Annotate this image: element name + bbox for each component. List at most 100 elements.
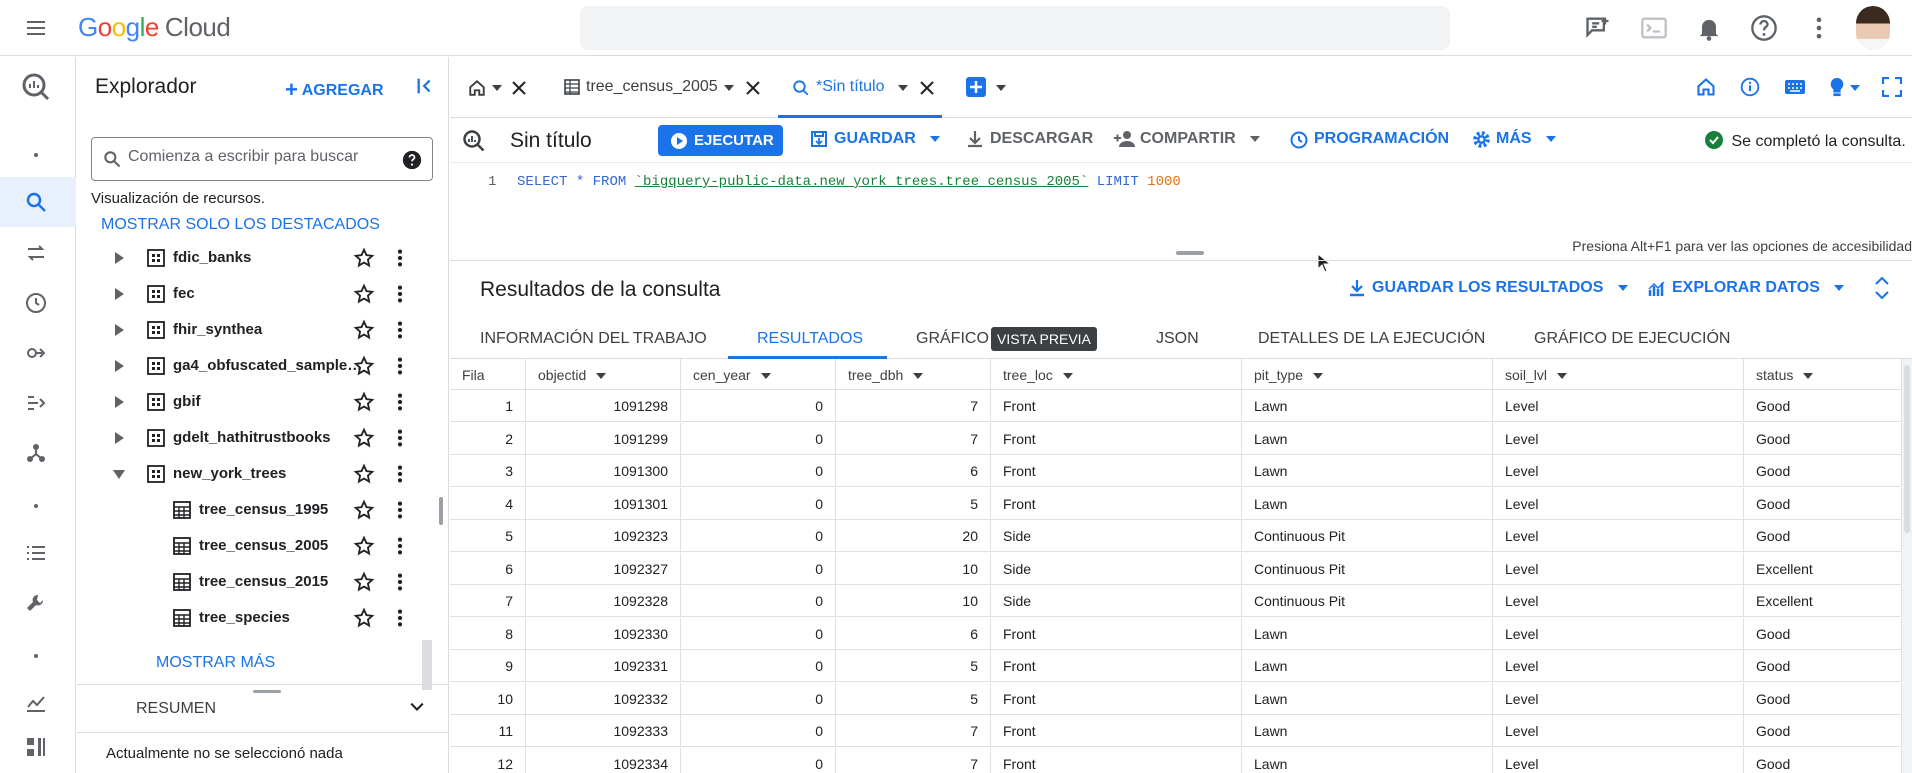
table-cell[interactable]: Lawn xyxy=(1242,747,1493,773)
dataset-row[interactable]: new_york_trees xyxy=(77,456,437,492)
table-row[interactable]: 11 1092333 0 7 Front Lawn Level Good xyxy=(450,715,1902,747)
table-cell[interactable]: 10 xyxy=(836,585,991,617)
table-cell[interactable]: 1091301 xyxy=(526,487,681,520)
table-row[interactable]: 6 1092327 0 10 Side Continuous Pit Level Excell… xyxy=(450,552,1902,585)
table-cell[interactable]: 1091299 xyxy=(526,422,681,455)
table-cell[interactable]: Lawn xyxy=(1242,487,1493,520)
table-cell[interactable]: 0 xyxy=(681,552,836,585)
row-number[interactable]: 4 xyxy=(450,487,526,520)
results-scrollbar[interactable] xyxy=(1902,359,1912,773)
table-cell[interactable]: Level xyxy=(1493,422,1744,455)
star-icon[interactable] xyxy=(353,535,375,557)
table-cell[interactable]: 1092323 xyxy=(526,520,681,552)
table-cell[interactable]: Good xyxy=(1744,390,1902,422)
feedback-icon[interactable] xyxy=(1584,14,1612,42)
table-cell[interactable]: Front xyxy=(991,422,1242,455)
explorer-search-input[interactable] xyxy=(128,148,388,166)
more-vert-icon[interactable] xyxy=(389,607,411,629)
close-icon[interactable] xyxy=(746,81,760,95)
table-cell[interactable]: Lawn xyxy=(1242,617,1493,650)
new-query-plus-icon[interactable] xyxy=(966,77,986,97)
row-number[interactable]: 12 xyxy=(450,747,526,773)
table-cell[interactable]: 0 xyxy=(681,747,836,773)
add-button[interactable]: + AGREGAR xyxy=(285,77,384,103)
table-cell[interactable]: Lawn xyxy=(1242,715,1493,747)
caret-down-icon[interactable] xyxy=(996,84,1006,92)
analytics-hub-icon[interactable] xyxy=(24,341,48,365)
table-cell[interactable]: Excellent xyxy=(1744,585,1902,617)
table-cell[interactable]: 5 xyxy=(836,682,991,715)
star-icon[interactable] xyxy=(353,427,375,449)
table-cell[interactable]: Good xyxy=(1744,715,1902,747)
table-cell[interactable]: 6 xyxy=(836,617,991,650)
more-vert-icon[interactable] xyxy=(389,571,411,593)
table-cell[interactable]: Level xyxy=(1493,552,1744,585)
sort-caret-icon[interactable] xyxy=(1803,373,1814,380)
table-cell[interactable]: Front xyxy=(991,487,1242,520)
table-cell[interactable]: 6 xyxy=(836,455,991,487)
tab-results[interactable]: RESULTADOS xyxy=(728,319,887,359)
more-vert-icon[interactable] xyxy=(389,499,411,521)
dataset-row[interactable]: gdelt_hathitrustbooks xyxy=(77,420,437,456)
dataform-icon[interactable] xyxy=(24,391,48,415)
notifications-icon[interactable] xyxy=(1695,14,1723,42)
table-cell[interactable]: Front xyxy=(991,617,1242,650)
table-row-item[interactable]: tree_census_2005 xyxy=(77,528,437,564)
table-cell[interactable]: 10 xyxy=(836,552,991,585)
table-cell[interactable]: 7 xyxy=(836,715,991,747)
star-icon[interactable] xyxy=(353,247,375,269)
tab-untitled-query[interactable]: *Sin título xyxy=(778,57,942,118)
star-icon[interactable] xyxy=(353,319,375,341)
bigquery-logo-icon[interactable] xyxy=(20,71,52,103)
table-cell[interactable]: Level xyxy=(1493,455,1744,487)
dataset-row[interactable]: gbif xyxy=(77,384,437,420)
sort-caret-icon[interactable] xyxy=(1557,373,1568,380)
table-cell[interactable]: 1092330 xyxy=(526,617,681,650)
row-number[interactable]: 3 xyxy=(450,455,526,487)
row-number[interactable]: 1 xyxy=(450,390,526,422)
editor-resize-handle[interactable] xyxy=(1176,251,1204,255)
table-cell[interactable]: Front xyxy=(991,747,1242,773)
expand-more-icon[interactable] xyxy=(115,396,124,408)
explore-data-button[interactable]: EXPLORAR DATOS xyxy=(1648,279,1845,297)
sql-table-reference[interactable]: `bigquery-public-data.new_york_trees.tre… xyxy=(635,174,1089,190)
table-cell[interactable]: Good xyxy=(1744,617,1902,650)
keyboard-icon[interactable] xyxy=(1784,79,1806,95)
row-number[interactable]: 8 xyxy=(450,617,526,650)
menu-icon[interactable] xyxy=(24,16,48,40)
row-number[interactable]: 9 xyxy=(450,650,526,682)
sort-caret-icon[interactable] xyxy=(1062,373,1073,380)
job-history-icon[interactable] xyxy=(24,541,48,565)
table-cell[interactable]: 1092331 xyxy=(526,650,681,682)
save-button[interactable]: GUARDAR xyxy=(810,130,941,148)
expand-collapse-icon[interactable] xyxy=(1874,275,1890,301)
table-row[interactable]: 3 1091300 0 6 Front Lawn Level Good xyxy=(450,455,1902,487)
star-icon[interactable] xyxy=(353,355,375,377)
table-cell[interactable]: 5 xyxy=(836,487,991,520)
dataset-row[interactable]: ga4_obfuscated_sample… xyxy=(77,348,437,384)
star-icon[interactable] xyxy=(353,607,375,629)
table-row[interactable]: 8 1092330 0 6 Front Lawn Level Good xyxy=(450,617,1902,650)
table-row[interactable]: 5 1092323 0 20 Side Continuous Pit Level Good xyxy=(450,520,1902,552)
expand-more-icon[interactable] xyxy=(115,360,124,372)
info-icon[interactable] xyxy=(1740,77,1760,97)
account-avatar[interactable] xyxy=(1856,6,1890,50)
table-cell[interactable]: Level xyxy=(1493,487,1744,520)
table-row[interactable]: 12 1092334 0 7 Front Lawn Level Good xyxy=(450,747,1902,773)
column-header[interactable]: cen_year xyxy=(681,359,836,390)
star-icon[interactable] xyxy=(353,463,375,485)
tab-tree-census-2005[interactable]: tree_census_2005 xyxy=(564,57,764,118)
table-row[interactable]: 2 1091299 0 7 Front Lawn Level Good xyxy=(450,422,1902,455)
partner-center-icon[interactable] xyxy=(24,441,48,465)
settings-tools-icon[interactable] xyxy=(24,591,48,615)
table-cell[interactable]: Lawn xyxy=(1242,422,1493,455)
explorer-scrollbar-lower[interactable] xyxy=(422,640,432,690)
more-button[interactable]: MÁS xyxy=(1472,130,1557,148)
more-vert-icon[interactable] xyxy=(1805,14,1833,42)
monitoring-chart-icon[interactable] xyxy=(24,691,48,715)
table-cell[interactable]: Side xyxy=(991,552,1242,585)
sort-caret-icon[interactable] xyxy=(596,373,607,380)
explorer-scrollbar[interactable] xyxy=(439,497,443,525)
table-cell[interactable]: Lawn xyxy=(1242,455,1493,487)
sort-caret-icon[interactable] xyxy=(760,373,771,380)
